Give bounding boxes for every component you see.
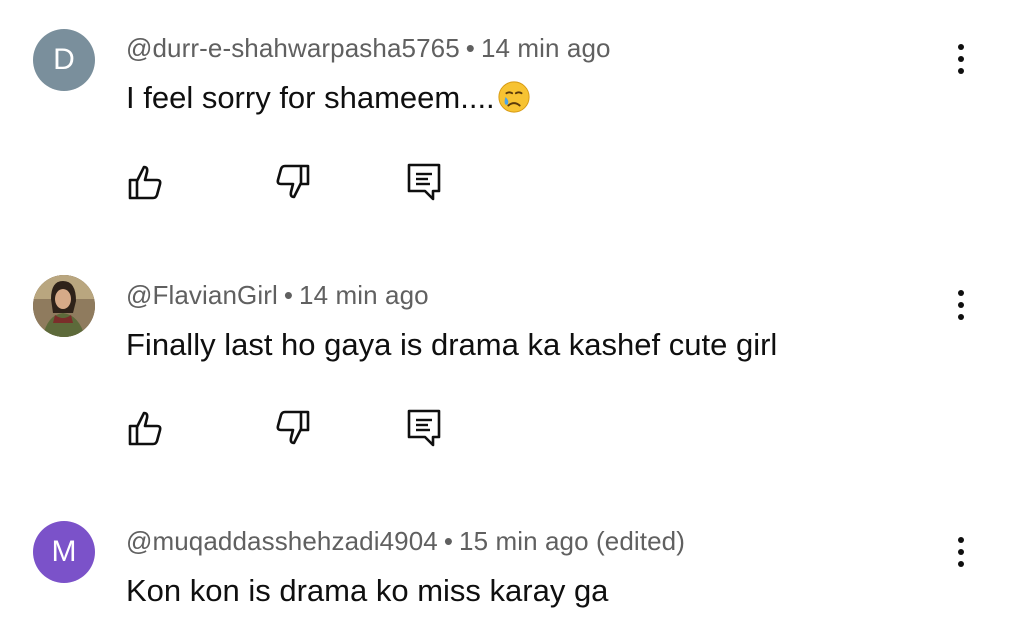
comment-time[interactable]: 14 min ago [481,33,611,63]
dislike-button[interactable] [272,406,312,450]
thumbs-up-icon [128,165,162,200]
comment-time[interactable]: 14 min ago [299,280,429,310]
like-button[interactable] [126,406,166,450]
reply-icon [407,163,441,201]
comment-meta: @durr-e-shahwarpasha5765 • 14 min ago [126,33,611,64]
more-vert-icon [958,537,964,543]
comment-actions [126,160,466,204]
comment-meta: @FlavianGirl • 14 min ago [126,280,429,311]
reply-button[interactable] [404,406,444,450]
avatar-letter: D [53,43,75,76]
reply-icon [407,409,441,447]
more-options-button[interactable] [946,37,976,81]
comment-text: Finally last ho gaya is drama ka kashef … [126,327,777,363]
comment-time[interactable]: 15 min ago [459,526,589,556]
more-options-button[interactable] [946,530,976,574]
dislike-button[interactable] [272,160,312,204]
like-button[interactable] [126,160,166,204]
profile-photo-icon [33,275,95,337]
thumbs-up-icon [128,411,162,446]
separator-dot: • [283,280,294,310]
comment-body: Kon kon is drama ko miss karay ga [126,573,609,608]
more-vert-icon [958,290,964,296]
avatar-letter: M [51,535,77,568]
comment-body: Finally last ho gaya is drama ka kashef … [126,327,778,362]
comment-text: Kon kon is drama ko miss karay ga [126,573,608,609]
separator-dot: • [443,526,454,556]
author-handle[interactable]: @durr-e-shahwarpasha5765 [126,33,460,63]
avatar[interactable]: D [33,29,95,91]
comment-body: I feel sorry for shameem.... [126,80,495,115]
thumbs-down-icon [276,410,310,445]
more-options-button[interactable] [946,283,976,327]
edited-label: (edited) [596,526,685,556]
separator-dot: • [465,33,475,63]
avatar[interactable]: M [33,521,95,583]
comment-actions [126,406,466,450]
author-handle[interactable]: @muqaddasshehzadi4904 [126,526,438,556]
reply-button[interactable] [404,160,444,204]
crying-face-icon [498,81,530,113]
comment-text: I feel sorry for shameem.... [126,80,531,116]
avatar[interactable] [33,275,95,337]
thumbs-down-icon [276,164,310,199]
author-handle[interactable]: @FlavianGirl [126,280,278,310]
more-vert-icon [958,44,964,50]
comment-meta: @muqaddasshehzadi4904 • 15 min ago (edited… [126,526,685,557]
